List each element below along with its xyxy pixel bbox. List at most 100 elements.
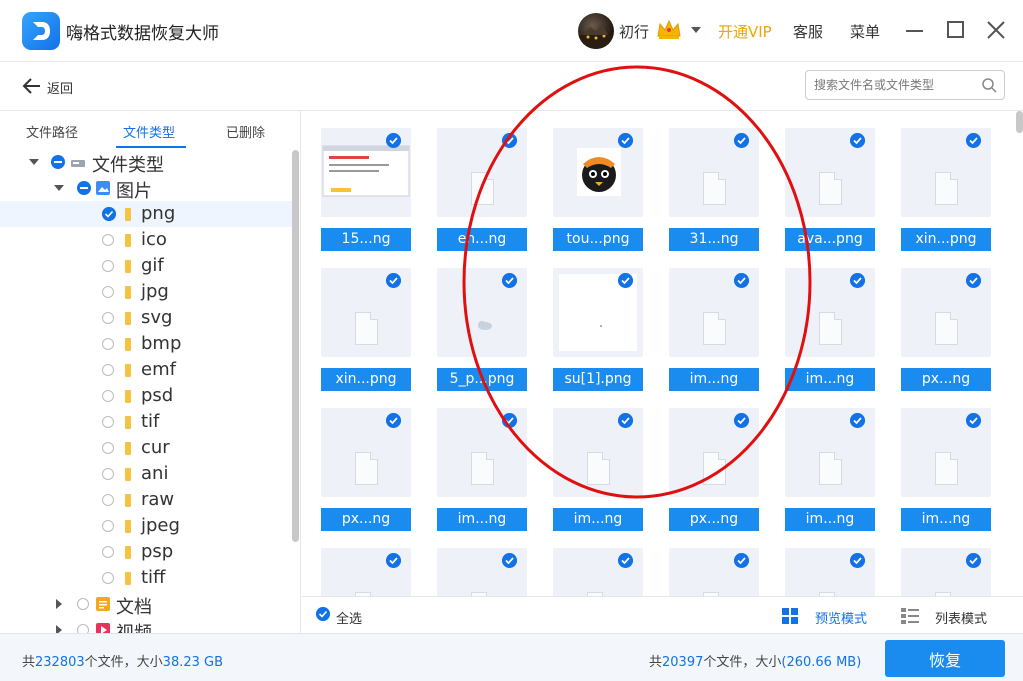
empty-checkbox[interactable] <box>77 598 89 610</box>
tree-item-emf[interactable]: emf <box>0 357 292 383</box>
user-dropdown-icon[interactable] <box>691 27 701 33</box>
selected-check-icon[interactable] <box>502 553 517 568</box>
search-input[interactable] <box>814 75 974 95</box>
file-tile[interactable]: im...ng <box>437 391 527 531</box>
file-tile[interactable]: xin...png <box>901 111 991 251</box>
file-tile[interactable]: im...ng <box>785 391 875 531</box>
partial-checkbox[interactable] <box>77 181 91 195</box>
empty-checkbox[interactable] <box>102 260 114 272</box>
empty-checkbox[interactable] <box>102 286 114 298</box>
collapse-icon[interactable] <box>29 159 39 165</box>
checked-checkbox[interactable] <box>102 207 116 221</box>
empty-checkbox[interactable] <box>102 468 114 480</box>
file-tile[interactable]: xin...png <box>321 251 411 391</box>
selected-check-icon[interactable] <box>386 273 401 288</box>
empty-checkbox[interactable] <box>77 624 89 633</box>
file-tile[interactable]: im...ng <box>901 391 991 531</box>
selected-check-icon[interactable] <box>502 133 517 148</box>
tree-item-raw[interactable]: raw <box>0 487 292 513</box>
tree-item-ani[interactable]: ani <box>0 461 292 487</box>
tree-item-documents[interactable]: 文档 <box>0 591 292 618</box>
back-button[interactable]: 返回 <box>47 78 73 97</box>
select-all-checkbox[interactable] <box>316 607 330 621</box>
file-tile[interactable]: en...ng <box>437 111 527 251</box>
file-tile[interactable]: px...ng <box>901 251 991 391</box>
file-tile[interactable]: tou...png <box>553 111 643 251</box>
selected-check-icon[interactable] <box>502 273 517 288</box>
file-tile[interactable]: im...ng <box>785 251 875 391</box>
grid-view-icon[interactable] <box>782 608 798 624</box>
user-name[interactable]: 初行 <box>619 21 649 42</box>
selected-check-icon[interactable] <box>850 273 865 288</box>
file-tile[interactable] <box>321 531 411 596</box>
tab-deleted[interactable]: 已删除 <box>226 122 265 141</box>
file-tile[interactable] <box>901 531 991 596</box>
selected-check-icon[interactable] <box>966 553 981 568</box>
tree-item-png[interactable]: png <box>0 201 292 227</box>
selected-check-icon[interactable] <box>734 133 749 148</box>
file-tile[interactable]: im...ng <box>553 391 643 531</box>
back-arrow-icon[interactable] <box>22 76 42 96</box>
tree-item-jpeg[interactable]: jpeg <box>0 513 292 539</box>
file-tile[interactable]: su[1].png <box>553 251 643 391</box>
selected-check-icon[interactable] <box>618 413 633 428</box>
empty-checkbox[interactable] <box>102 364 114 376</box>
file-tile[interactable] <box>669 531 759 596</box>
avatar[interactable] <box>578 13 614 49</box>
expand-icon[interactable] <box>56 599 62 609</box>
tree-item-psd[interactable]: psd <box>0 383 292 409</box>
selected-check-icon[interactable] <box>618 133 633 148</box>
selected-check-icon[interactable] <box>618 273 633 288</box>
list-mode-button[interactable]: 列表模式 <box>935 608 987 627</box>
selected-check-icon[interactable] <box>850 413 865 428</box>
file-tile[interactable]: im...ng <box>669 251 759 391</box>
tree-item-svg[interactable]: svg <box>0 305 292 331</box>
selected-check-icon[interactable] <box>966 413 981 428</box>
menu-link[interactable]: 菜单 <box>850 21 880 42</box>
service-link[interactable]: 客服 <box>793 21 823 42</box>
selected-check-icon[interactable] <box>734 273 749 288</box>
file-tile[interactable] <box>553 531 643 596</box>
empty-checkbox[interactable] <box>102 338 114 350</box>
vip-link[interactable]: 开通VIP <box>718 21 772 42</box>
tree-item-ico[interactable]: ico <box>0 227 292 253</box>
tree-item-cur[interactable]: cur <box>0 435 292 461</box>
tab-file-path[interactable]: 文件路径 <box>26 122 78 141</box>
maximize-icon[interactable] <box>947 21 964 38</box>
tree-root[interactable]: 文件类型 <box>0 149 292 176</box>
selected-check-icon[interactable] <box>966 273 981 288</box>
file-tile[interactable] <box>437 531 527 596</box>
selected-check-icon[interactable] <box>734 553 749 568</box>
preview-mode-button[interactable]: 预览模式 <box>815 608 867 627</box>
close-icon[interactable] <box>986 20 1006 40</box>
selected-check-icon[interactable] <box>850 553 865 568</box>
selected-check-icon[interactable] <box>618 553 633 568</box>
selected-check-icon[interactable] <box>502 413 517 428</box>
selected-check-icon[interactable] <box>966 133 981 148</box>
tree-item-gif[interactable]: gif <box>0 253 292 279</box>
tab-file-type[interactable]: 文件类型 <box>123 122 175 141</box>
recover-button[interactable]: 恢复 <box>885 640 1005 677</box>
selected-check-icon[interactable] <box>386 133 401 148</box>
empty-checkbox[interactable] <box>102 442 114 454</box>
grid-scrollbar[interactable] <box>1016 111 1023 133</box>
tree-item-video[interactable]: 视频 <box>0 617 292 633</box>
selected-check-icon[interactable] <box>734 413 749 428</box>
search-icon[interactable] <box>981 77 997 93</box>
empty-checkbox[interactable] <box>102 520 114 532</box>
tree-item-tiff[interactable]: tiff <box>0 565 292 591</box>
tree-item-images[interactable]: 图片 <box>0 175 292 202</box>
select-all-label[interactable]: 全选 <box>336 608 362 627</box>
collapse-icon[interactable] <box>54 185 64 191</box>
file-tile[interactable] <box>785 531 875 596</box>
file-tile[interactable]: px...ng <box>321 391 411 531</box>
selected-check-icon[interactable] <box>386 413 401 428</box>
empty-checkbox[interactable] <box>102 234 114 246</box>
empty-checkbox[interactable] <box>102 572 114 584</box>
empty-checkbox[interactable] <box>102 546 114 558</box>
list-view-icon[interactable] <box>901 608 919 624</box>
file-tile[interactable]: ava...png <box>785 111 875 251</box>
tree-scrollbar[interactable] <box>292 150 299 542</box>
selected-check-icon[interactable] <box>386 553 401 568</box>
file-tile[interactable]: 15...ng <box>321 111 411 251</box>
